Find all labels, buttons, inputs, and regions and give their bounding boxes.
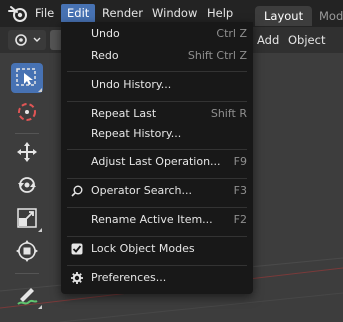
- tab-layout[interactable]: Layout: [255, 6, 313, 26]
- search-icon: [71, 185, 83, 197]
- undo-label: Undo: [91, 27, 120, 40]
- operator-search-label: Operator Search...: [91, 184, 193, 197]
- menu-separator: [67, 71, 247, 72]
- rotate-icon: [18, 177, 36, 193]
- menu-file[interactable]: File: [29, 4, 60, 23]
- move-icon: [17, 142, 37, 162]
- menu-help[interactable]: Help: [201, 4, 239, 23]
- rename-active-item-shortcut: F2: [233, 213, 247, 226]
- preferences-label: Preferences...: [91, 271, 167, 284]
- menu-item-rename-active-item[interactable]: Rename Active Item... F2: [61, 209, 253, 231]
- menu-separator: [67, 236, 247, 237]
- menu-edit[interactable]: Edit: [61, 4, 96, 23]
- gear-icon: [71, 272, 83, 284]
- menu-item-preferences[interactable]: Preferences...: [61, 267, 253, 289]
- toolbar-separator: [15, 273, 39, 274]
- cursor-tool[interactable]: [11, 97, 43, 127]
- repeat-last-label: Repeat Last: [91, 107, 157, 120]
- menu-item-undo[interactable]: Undo Ctrl Z: [61, 23, 253, 45]
- menu-separator: [67, 178, 247, 179]
- select-box-icon: [16, 68, 36, 86]
- menu-item-operator-search[interactable]: Operator Search... F3: [61, 180, 253, 202]
- redo-shortcut: Shift Ctrl Z: [187, 49, 247, 62]
- menu-window[interactable]: Window: [146, 4, 203, 23]
- menu-render[interactable]: Render: [96, 4, 149, 23]
- toolbar-separator: [15, 133, 39, 134]
- annotate-tool[interactable]: [11, 280, 43, 310]
- menu-item-undo-history[interactable]: Undo History...: [61, 74, 253, 96]
- repeat-last-shortcut: Shift R: [210, 107, 247, 120]
- menu-item-redo[interactable]: Redo Shift Ctrl Z: [61, 45, 253, 67]
- menu-separator: [67, 265, 247, 266]
- menu-item-lock-object-modes[interactable]: Lock Object Modes: [61, 238, 253, 260]
- rename-active-item-label: Rename Active Item...: [91, 213, 213, 226]
- adjust-last-operation-shortcut: F9: [233, 155, 247, 168]
- checkbox-checked-icon[interactable]: [71, 243, 83, 255]
- menu-item-adjust-last-operation[interactable]: Adjust Last Operation... F9: [61, 151, 253, 173]
- rotate-tool[interactable]: [11, 170, 43, 200]
- object-menu[interactable]: Object: [283, 30, 330, 50]
- operator-search-shortcut: F3: [233, 184, 247, 197]
- transform-tool[interactable]: [11, 236, 43, 266]
- lock-object-modes-label: Lock Object Modes: [91, 242, 195, 255]
- cursor-icon: [18, 103, 36, 121]
- undo-shortcut: Ctrl Z: [216, 27, 247, 40]
- blender-logo-icon[interactable]: [8, 5, 28, 23]
- add-menu[interactable]: Add: [252, 30, 284, 50]
- menu-separator: [67, 149, 247, 150]
- menu-item-repeat-last[interactable]: Repeat Last Shift R: [61, 103, 253, 125]
- tab-modeling[interactable]: Mode: [310, 6, 343, 26]
- editor-type-icon: [15, 34, 41, 46]
- transform-icon: [16, 240, 38, 262]
- undo-history-label: Undo History...: [91, 78, 172, 91]
- scale-tool[interactable]: [11, 203, 43, 233]
- select-box-tool[interactable]: [11, 63, 43, 93]
- move-tool[interactable]: [11, 137, 43, 167]
- adjust-last-operation-label: Adjust Last Operation...: [91, 155, 221, 168]
- scale-icon: [17, 208, 37, 228]
- annotate-icon: [17, 288, 38, 305]
- menu-separator: [67, 207, 247, 208]
- menu-item-repeat-history[interactable]: Repeat History...: [61, 123, 253, 145]
- menu-separator: [67, 101, 247, 102]
- redo-label: Redo: [91, 49, 119, 62]
- editor-type-button[interactable]: [8, 30, 46, 50]
- repeat-history-label: Repeat History...: [91, 127, 182, 140]
- edit-menu-dropdown: Undo Ctrl Z Redo Shift Ctrl Z Undo Histo…: [61, 22, 253, 294]
